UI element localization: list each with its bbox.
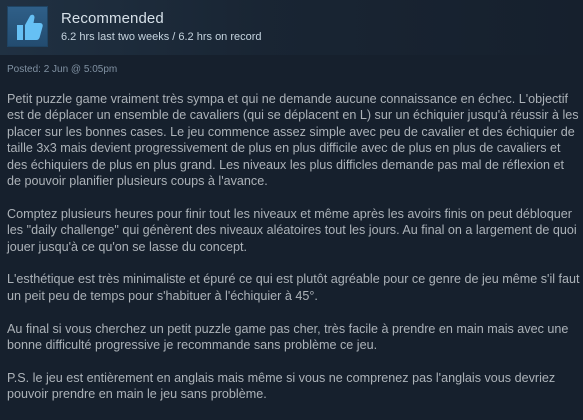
review-paragraph: L'esthétique est très minimaliste et épu… — [7, 272, 580, 303]
thumbs-up-icon — [17, 14, 43, 41]
review-card: Recommended 6.2 hrs last two weeks / 6.2… — [0, 0, 583, 420]
review-paragraph: Au final si vous cherchez un petit puzzl… — [7, 321, 569, 353]
verdict-icon-box[interactable] — [7, 6, 48, 47]
review-paragraph: Comptez plusieurs heures pour finir tout… — [7, 206, 577, 254]
posted-date: Posted: 2 Jun @ 5:05pm — [7, 64, 118, 75]
playtime-hours: 6.2 hrs last two weeks / 6.2 hrs on reco… — [61, 31, 262, 43]
review-verdict[interactable]: Recommended — [61, 10, 164, 27]
review-header: Recommended 6.2 hrs last two weeks / 6.2… — [0, 0, 583, 55]
review-body: Petit puzzle game vraiment très sympa et… — [7, 91, 581, 419]
review-paragraph: P.S. le jeu est entièrement en anglais m… — [7, 370, 556, 402]
review-paragraph: Petit puzzle game vraiment très sympa et… — [7, 92, 579, 189]
